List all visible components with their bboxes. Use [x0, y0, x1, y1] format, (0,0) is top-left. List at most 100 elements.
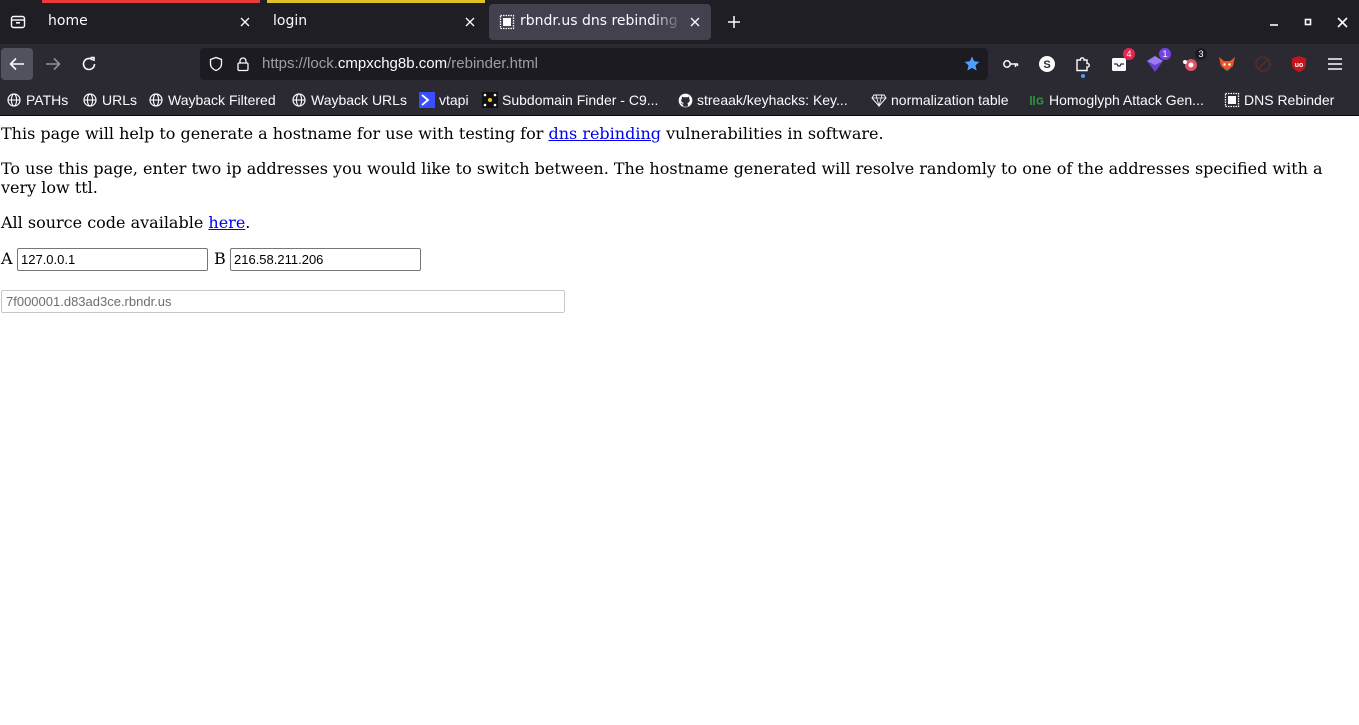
bookmark-keyhacks[interactable]: streaak/keyhacks: Key...	[677, 91, 848, 109]
hamburger-menu-icon	[1328, 58, 1342, 70]
address-bar[interactable]: https://lock.cmpxchg8b.com/rebinder.html	[200, 48, 988, 80]
svg-text:G: G	[1036, 97, 1044, 108]
tab-title: home	[48, 13, 88, 29]
bookmark-label: Wayback Filtered	[168, 92, 276, 108]
page-content: This page will help to generate a hostna…	[0, 117, 1359, 725]
close-icon	[1336, 16, 1348, 28]
back-button[interactable]	[1, 48, 33, 80]
page-favicon-icon	[1224, 92, 1240, 108]
bookmark-label: URLs	[102, 92, 138, 108]
globe-icon	[291, 92, 307, 108]
url-host: cmpxchg8b.com	[337, 55, 448, 72]
extensions-button[interactable]	[1071, 52, 1095, 78]
tab-close-button[interactable]	[233, 10, 257, 34]
extension-badge: 3	[1195, 48, 1207, 60]
disabled-extension-icon	[1255, 56, 1271, 72]
bookmark-label: DNS Rebinder	[1244, 92, 1335, 108]
page-favicon-icon	[499, 14, 515, 30]
bookmark-label: streaak/keyhacks: Key...	[697, 92, 848, 108]
source-paragraph: All source code available here.	[1, 213, 1341, 232]
bookmark-vtapi[interactable]: vtapi	[419, 91, 469, 109]
ublock-button[interactable]: uo	[1287, 52, 1311, 76]
intro-paragraph: This page will help to generate a hostna…	[1, 124, 1341, 143]
github-icon	[677, 92, 693, 108]
close-window-button[interactable]	[1328, 8, 1356, 36]
subdomain-finder-icon	[482, 92, 498, 108]
forward-button[interactable]	[37, 48, 69, 80]
bookmark-label: PATHs	[26, 92, 69, 108]
close-icon	[240, 17, 250, 27]
url-text[interactable]: https://lock.cmpxchg8b.com/rebinder.html	[262, 55, 538, 72]
bookmarks-toolbar: PATHs URLs Wayback Filtered Wayback URLs…	[0, 84, 1359, 116]
bookmark-label: vtapi	[439, 92, 469, 108]
bookmark-normalization-table[interactable]: normalization table	[871, 91, 1009, 109]
tab-strip: home login rbndr.us dns rebinding servic…	[0, 0, 1359, 44]
reload-button[interactable]	[73, 48, 105, 80]
ip-a-input[interactable]: 127.0.0.1	[17, 248, 208, 271]
intro-text-end: vulnerabilities in software.	[661, 124, 884, 143]
fox-icon	[1219, 57, 1235, 71]
bookmark-wayback-filtered[interactable]: Wayback Filtered	[148, 91, 276, 109]
extension-badge: 1	[1159, 48, 1171, 60]
bookmark-wayback-urls[interactable]: Wayback URLs	[291, 91, 407, 109]
svg-text:S: S	[1043, 59, 1050, 71]
globe-icon	[148, 92, 164, 108]
tab-title: rbndr.us dns rebinding service	[520, 13, 684, 29]
bookmark-homoglyph[interactable]: G Homoglyph Attack Gen...	[1029, 91, 1204, 109]
minimize-button[interactable]	[1260, 8, 1288, 36]
arrow-left-icon	[9, 57, 24, 71]
bookmark-dns-rebinder[interactable]: DNS Rebinder	[1224, 91, 1334, 109]
bookmark-subdomain-finder[interactable]: Subdomain Finder - C9...	[482, 91, 658, 109]
tab-close-button[interactable]	[683, 10, 707, 34]
globe-icon	[82, 92, 98, 108]
dns-rebinding-link[interactable]: dns rebinding	[548, 124, 661, 143]
navigation-toolbar: https://lock.cmpxchg8b.com/rebinder.html…	[0, 44, 1359, 84]
firefox-view-button[interactable]	[0, 0, 36, 44]
bookmark-star-icon[interactable]	[962, 54, 982, 74]
password-manager-button[interactable]	[999, 52, 1023, 76]
s-extension-icon: S	[1039, 56, 1055, 72]
homoglyph-icon: G	[1029, 92, 1045, 108]
extension-badge: 4	[1123, 48, 1135, 60]
new-tab-button[interactable]	[720, 8, 748, 36]
globe-icon	[6, 92, 22, 108]
bookmark-label: normalization table	[891, 92, 1009, 108]
tab-rbndr[interactable]: rbndr.us dns rebinding service	[489, 0, 711, 44]
extension-red-button[interactable]: 3	[1179, 48, 1207, 76]
tab-container-accent	[267, 0, 485, 3]
ip-a-label: A	[1, 249, 13, 268]
ip-b-input[interactable]: 216.58.211.206	[230, 248, 421, 271]
app-menu-button[interactable]	[1323, 52, 1347, 76]
extension-foxy-button[interactable]	[1215, 52, 1239, 76]
extension-s-button[interactable]: S	[1035, 52, 1059, 76]
ublock-origin-icon: uo	[1292, 56, 1306, 72]
maximize-icon	[1304, 18, 1312, 26]
firefox-view-icon	[10, 15, 26, 29]
tab-home[interactable]: home	[42, 0, 260, 44]
source-text: All source code available	[1, 213, 209, 232]
ip-b-label: B	[214, 249, 226, 268]
bookmark-label: Wayback URLs	[311, 92, 407, 108]
puzzle-icon	[1076, 57, 1090, 72]
plus-icon	[728, 16, 740, 28]
tab-close-button[interactable]	[458, 10, 482, 34]
bookmark-label: Homoglyph Attack Gen...	[1049, 92, 1204, 108]
extension-inbox-button[interactable]: 4	[1107, 48, 1135, 76]
bookmark-urls[interactable]: URLs	[82, 91, 137, 109]
diamond-icon	[871, 92, 887, 108]
extension-purple-button[interactable]: 1	[1143, 48, 1171, 76]
virustotal-icon	[419, 92, 435, 108]
maximize-button[interactable]	[1294, 8, 1322, 36]
tracking-protection-icon[interactable]	[206, 54, 226, 74]
bookmark-paths[interactable]: PATHs	[6, 91, 68, 109]
reload-icon	[82, 56, 96, 71]
lock-icon[interactable]	[233, 54, 253, 74]
source-code-link[interactable]: here	[208, 213, 245, 232]
svg-text:uo: uo	[1295, 62, 1304, 69]
extension-disabled-button[interactable]	[1251, 52, 1275, 76]
close-icon	[465, 17, 475, 27]
tab-login[interactable]: login	[267, 0, 485, 44]
hostname-output-field[interactable]: 7f000001.d83ad3ce.rbndr.us	[1, 290, 565, 313]
bookmark-label: Subdomain Finder - C9...	[502, 92, 659, 108]
url-prefix: https://lock.	[262, 55, 338, 72]
